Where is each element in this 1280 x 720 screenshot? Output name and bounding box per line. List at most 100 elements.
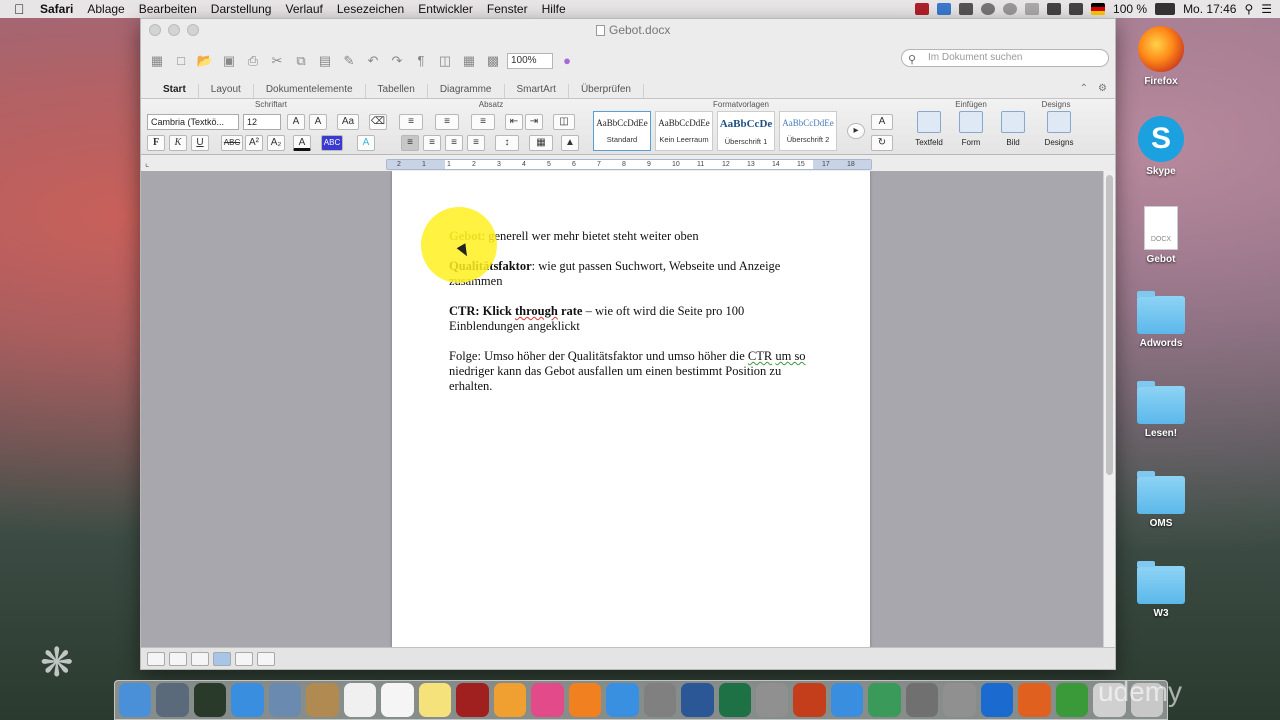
minimize-window-button[interactable] xyxy=(168,24,180,36)
record-icon[interactable] xyxy=(915,3,930,15)
view-notebook-button[interactable] xyxy=(235,651,253,666)
sync-icon[interactable] xyxy=(981,3,996,15)
volume-icon[interactable] xyxy=(1069,3,1084,15)
bold-icon[interactable]: F xyxy=(147,135,165,151)
increase-indent-icon[interactable]: ⇥ xyxy=(525,114,543,130)
open-icon[interactable]: 📂 xyxy=(195,52,215,70)
paragraph-folge[interactable]: Folge: Umso höher der Qualitätsfaktor un… xyxy=(449,349,819,394)
menu-bearbeiten[interactable]: Bearbeiten xyxy=(139,2,197,16)
view-outline-button[interactable] xyxy=(169,651,187,666)
paragraph-qualitaetsfaktor[interactable]: Qualitätsfaktor: wie gut passen Suchwort… xyxy=(449,259,819,289)
desktop-icon-gebot[interactable]: DOCX Gebot xyxy=(1121,206,1201,265)
insert-form[interactable]: Form xyxy=(949,111,993,147)
reminders-icon[interactable] xyxy=(381,683,414,717)
mission-control-icon[interactable] xyxy=(193,683,227,717)
style-standard[interactable]: AaBbCcDdEe Standard xyxy=(593,111,651,151)
firefox-dock-icon[interactable] xyxy=(1018,683,1051,717)
decrease-indent-icon[interactable]: ⇤ xyxy=(505,114,523,130)
excel-icon[interactable] xyxy=(718,683,751,717)
view-draft-button[interactable] xyxy=(147,651,165,666)
toolbox-icon[interactable]: ▩ xyxy=(483,52,503,70)
strikethrough-icon[interactable]: ABC xyxy=(221,135,243,151)
help-icon[interactable]: ● xyxy=(557,52,577,70)
contacts-icon[interactable] xyxy=(306,683,339,717)
notification-center-icon[interactable]: ☰ xyxy=(1261,2,1272,16)
multilevel-list-icon[interactable]: ≡ xyxy=(471,114,495,130)
tab-dokumentelemente[interactable]: Dokumentelemente xyxy=(254,84,366,98)
bluetooth-icon[interactable] xyxy=(1025,3,1040,15)
camtasia-icon[interactable] xyxy=(1055,683,1089,717)
teamviewer-icon[interactable] xyxy=(980,683,1014,717)
tab-layout[interactable]: Layout xyxy=(199,84,254,98)
menu-hilfe[interactable]: Hilfe xyxy=(542,2,566,16)
superscript-icon[interactable]: A² xyxy=(245,135,263,151)
shrink-font-icon[interactable]: A xyxy=(309,114,327,130)
justify-icon[interactable]: ≡ xyxy=(467,135,485,151)
align-right-icon[interactable]: ≡ xyxy=(445,135,463,151)
tab-diagramme[interactable]: Diagramme xyxy=(428,84,505,98)
align-left-icon[interactable]: ≡ xyxy=(401,135,419,151)
copy-icon[interactable]: ⧉ xyxy=(291,52,311,70)
menu-app-name[interactable]: Safari xyxy=(40,2,73,16)
menu-darstellung[interactable]: Darstellung xyxy=(211,2,272,16)
new-document-icon[interactable]: □ xyxy=(171,52,191,70)
close-window-button[interactable] xyxy=(149,24,161,36)
launchpad-icon[interactable] xyxy=(156,683,189,717)
powerpoint-icon[interactable] xyxy=(793,683,826,717)
menu-ablage[interactable]: Ablage xyxy=(87,2,124,16)
collapse-ribbon-icon[interactable]: ⌃ xyxy=(1080,83,1088,94)
photo-booth-icon[interactable] xyxy=(456,683,489,717)
shading-icon[interactable]: ▲ xyxy=(561,135,579,151)
battery-percentage[interactable]: 100 % xyxy=(1113,2,1147,16)
style-ueberschrift-1[interactable]: AaBbCcDe Überschrift 1 xyxy=(717,111,775,151)
unknown-app-icon-2[interactable] xyxy=(943,683,976,717)
tab-ueberpruefen[interactable]: Überprüfen xyxy=(569,84,644,98)
bullets-icon[interactable]: ≡ xyxy=(399,114,423,130)
columns-icon[interactable]: ◫ xyxy=(553,114,575,130)
skype-status-icon[interactable] xyxy=(959,3,974,15)
styles-pane-icon[interactable]: A xyxy=(871,114,893,130)
menu-lesezeichen[interactable]: Lesezeichen xyxy=(337,2,404,16)
vertical-scrollbar-thumb[interactable] xyxy=(1106,175,1113,475)
ribbon-settings-icon[interactable]: ⚙ xyxy=(1098,83,1107,94)
text-effects-icon[interactable]: A xyxy=(357,135,375,151)
zoom-window-button[interactable] xyxy=(187,24,199,36)
print-icon[interactable]: ⎙ xyxy=(243,52,263,70)
highlight-color-icon[interactable]: ABC xyxy=(321,135,343,151)
format-painter-icon[interactable]: ✎ xyxy=(339,52,359,70)
safari-icon[interactable] xyxy=(231,683,264,717)
style-ueberschrift-2[interactable]: AaBbCcDdEe Überschrift 2 xyxy=(779,111,837,151)
desktop-icon-w3[interactable]: W3 xyxy=(1121,561,1201,619)
battery-icon[interactable] xyxy=(1155,3,1176,15)
grow-font-icon[interactable]: A xyxy=(287,114,305,130)
numbering-icon[interactable]: ≡ xyxy=(435,114,459,130)
finder-icon[interactable] xyxy=(119,683,152,717)
utilities-icon[interactable] xyxy=(905,683,939,717)
tab-tabellen[interactable]: Tabellen xyxy=(366,84,428,98)
clear-formatting-icon[interactable]: ⌫ xyxy=(369,114,387,130)
cut-icon[interactable]: ✂ xyxy=(267,52,287,70)
network-icon[interactable] xyxy=(868,683,901,717)
font-name-select[interactable]: Cambria (Textkö... xyxy=(147,114,239,130)
paragraph-marks-icon[interactable]: ¶ xyxy=(411,52,431,70)
horizontal-ruler[interactable]: 2 1 1 2 3 4 5 6 7 8 9 10 11 12 13 14 15 17 18 xyxy=(386,159,872,170)
underline-icon[interactable]: U xyxy=(191,135,209,151)
input-language-flag-icon[interactable] xyxy=(1091,3,1106,15)
app-store-icon[interactable] xyxy=(606,683,639,717)
desktop-icon-skype[interactable]: S Skype xyxy=(1121,116,1201,177)
style-kein-leerraum[interactable]: AaBbCcDdEe Kein Leerraum xyxy=(655,111,713,151)
document-body[interactable]: Gebot: generell wer mehr bietet steht we… xyxy=(449,229,819,409)
menu-entwickler[interactable]: Entwickler xyxy=(418,2,473,16)
paragraph-gebot[interactable]: Gebot: generell wer mehr bietet steht we… xyxy=(449,229,819,244)
dropbox-icon[interactable] xyxy=(937,3,952,15)
sidebar-icon[interactable]: ◫ xyxy=(435,52,455,70)
designs-button[interactable]: Designs xyxy=(1037,111,1081,147)
tab-start[interactable]: Start xyxy=(151,84,199,98)
desktop-icon-adwords[interactable]: Adwords xyxy=(1121,291,1201,349)
insert-bild[interactable]: Bild xyxy=(991,111,1035,147)
system-preferences-icon[interactable] xyxy=(643,683,677,717)
desktop-icon-firefox[interactable]: Firefox xyxy=(1121,26,1201,87)
paste-icon[interactable]: ▤ xyxy=(315,52,335,70)
time-machine-icon[interactable] xyxy=(1003,3,1018,15)
vertical-scrollbar[interactable] xyxy=(1103,171,1115,649)
